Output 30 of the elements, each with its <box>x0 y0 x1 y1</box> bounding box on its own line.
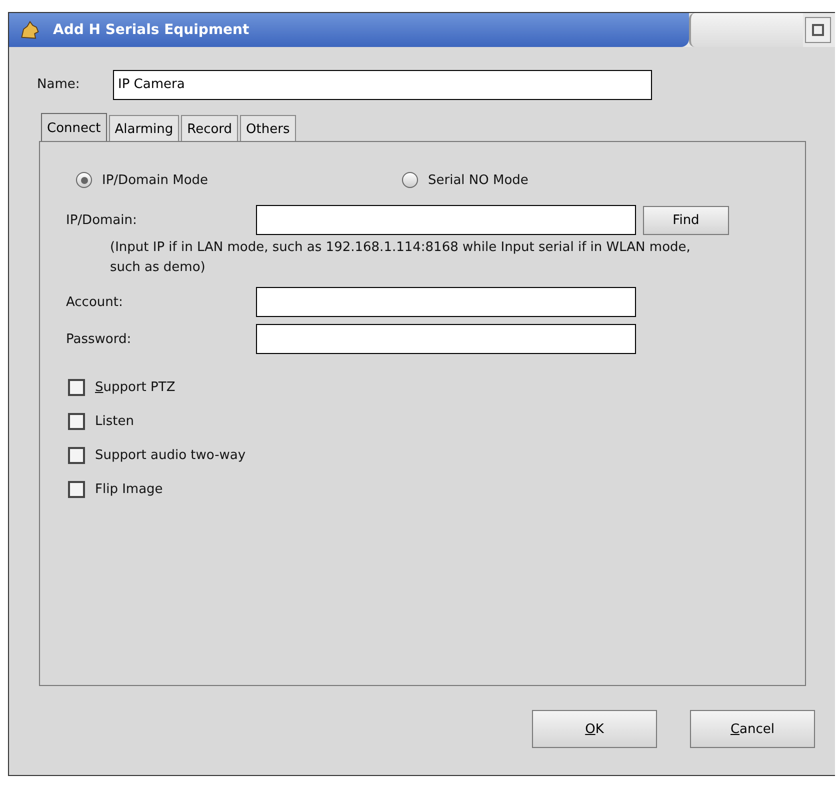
cancel-button[interactable]: Cancel <box>690 710 815 748</box>
mode-radio[interactable]: IP/Domain Mode <box>76 172 402 188</box>
name-field[interactable]: IP Camera <box>113 70 652 100</box>
tab[interactable]: Alarming <box>108 115 180 142</box>
ok-button[interactable]: OK <box>532 710 657 748</box>
option-checkbox[interactable]: Listen <box>68 413 805 430</box>
name-label: Name: <box>37 77 81 92</box>
checkbox-label: Support audio two-way <box>95 448 246 463</box>
radio-label: Serial NO Mode <box>428 172 528 188</box>
option-checkbox[interactable]: Support PTZ <box>68 379 805 396</box>
account-field[interactable] <box>256 287 636 317</box>
tab[interactable]: Connect <box>41 113 107 142</box>
ip-domain-label: IP/Domain: <box>66 212 138 228</box>
password-field[interactable] <box>256 324 636 354</box>
checkbox-label: Listen <box>95 414 134 429</box>
option-checkbox[interactable]: Flip Image <box>68 481 805 498</box>
checkbox-label: Flip Image <box>95 482 163 497</box>
radio-label: IP/Domain Mode <box>102 172 208 188</box>
window-title: Add H Serials Equipment <box>53 22 250 38</box>
tab[interactable]: Record <box>181 115 238 142</box>
checkbox-label: Support PTZ <box>95 380 176 395</box>
maximize-button[interactable] <box>805 17 831 43</box>
option-checkbox[interactable]: Support audio two-way <box>68 447 805 464</box>
tab[interactable]: Others <box>240 115 296 142</box>
mode-radio[interactable]: Serial NO Mode <box>402 172 728 188</box>
ip-domain-field[interactable] <box>256 205 636 235</box>
account-label: Account: <box>66 294 124 310</box>
find-button[interactable]: Find <box>643 206 729 234</box>
hint-text: (Input IP if in LAN mode, such as 192.168.1.114:8168 while Input serial if in WLAN mode, such as demo) <box>109 239 692 277</box>
password-label: Password: <box>66 332 132 346</box>
